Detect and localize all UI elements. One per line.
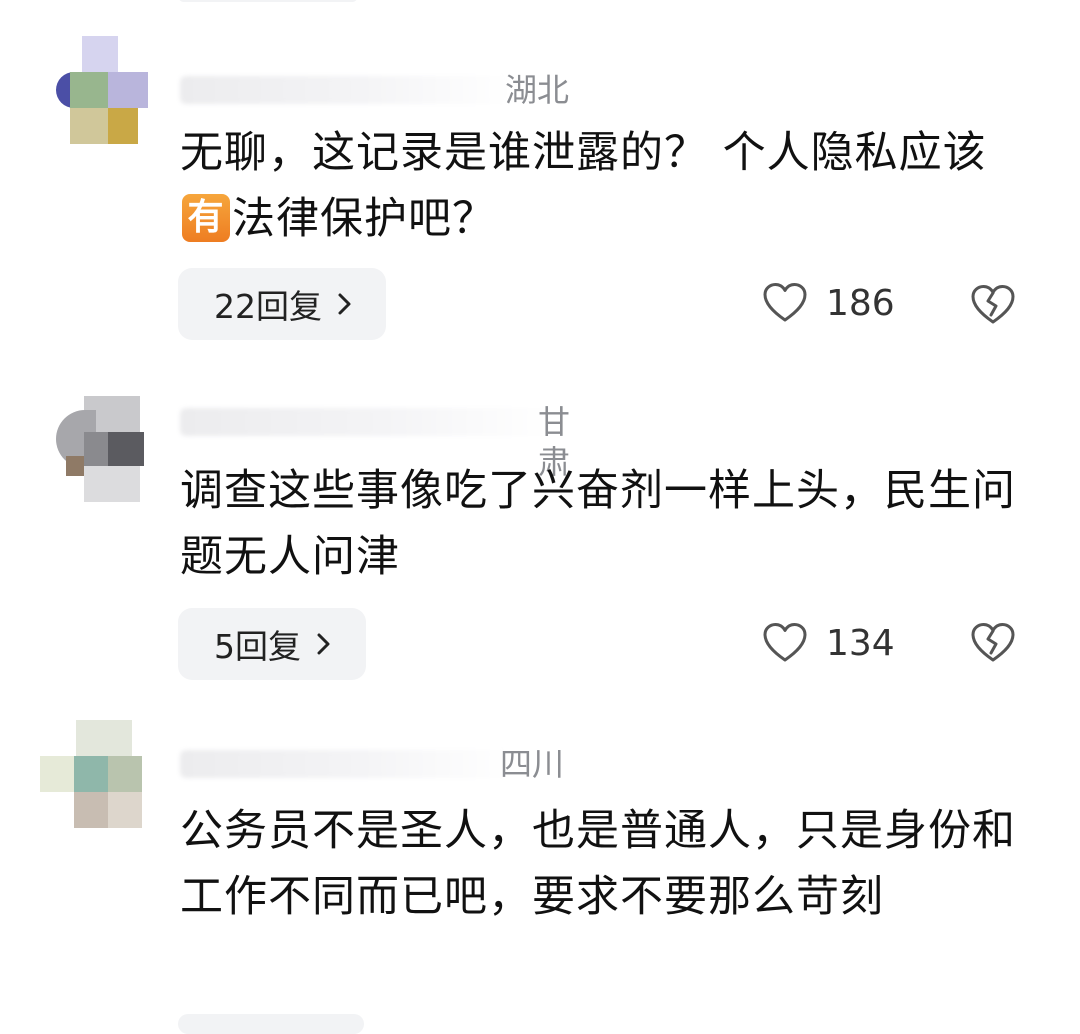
- previous-reply-button-edge: [178, 0, 358, 2]
- ip-location: 湖北: [505, 71, 570, 109]
- emoji-you-icon: 有: [182, 194, 230, 242]
- chevron-right-icon: [317, 633, 330, 655]
- chevron-right-icon: [338, 293, 351, 315]
- heart-outline-icon: [763, 283, 807, 322]
- username-blurred[interactable]: 四川: [180, 744, 600, 784]
- comment-text: 调查这些事像吃了兴奋剂一样上头，民生问题无人问津: [180, 466, 1016, 582]
- broken-heart-icon[interactable]: [970, 282, 1016, 328]
- heart-outline-icon: [763, 623, 807, 662]
- username-blurred[interactable]: 湖北: [180, 70, 600, 110]
- ip-location: 四川: [500, 745, 565, 783]
- comment-text: 无聊，这记录是谁泄露的？ 个人隐私应该有 法律保护吧？: [180, 128, 987, 244]
- like-count: 134: [826, 622, 895, 664]
- broken-heart-icon[interactable]: [970, 620, 1016, 666]
- replies-count: 22回复: [214, 287, 322, 326]
- avatar[interactable]: [56, 396, 148, 502]
- like-button[interactable]: 134: [762, 618, 895, 668]
- username-blurred[interactable]: 甘肃: [180, 402, 600, 481]
- like-button[interactable]: 186: [762, 278, 895, 328]
- view-replies-button[interactable]: 5回复: [178, 608, 366, 680]
- avatar[interactable]: [56, 36, 148, 144]
- comment-text: 公务员不是圣人，也是普通人，只是身份和工作不同而已吧，要求不要那么苛刻: [180, 806, 1016, 922]
- avatar[interactable]: [40, 720, 142, 828]
- view-replies-button[interactable]: 22回复: [178, 268, 386, 340]
- replies-count: 5回复: [214, 627, 301, 666]
- like-count: 186: [826, 282, 895, 324]
- view-replies-button-edge[interactable]: [178, 1014, 364, 1034]
